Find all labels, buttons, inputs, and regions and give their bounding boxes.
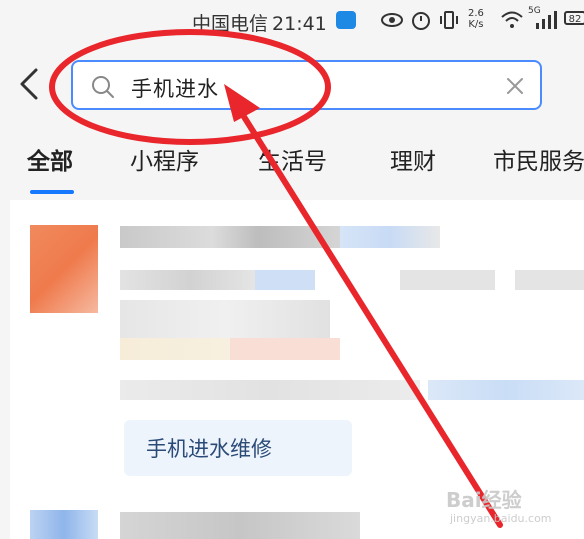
carrier-label: 中国电信 [192,13,269,35]
result-badge-blurred [120,338,230,360]
search-query[interactable]: 手机进水 [131,73,219,103]
result-desc-blurred-3 [515,270,584,290]
battery-level: 82 [568,14,582,25]
tab-mini-programs[interactable]: 小程序 [130,142,199,176]
result-meta-blurred [120,380,420,400]
watermark-text: Bai经验 [446,488,522,512]
vibrate-icon [440,11,458,29]
carrier-and-time: 中国电信 21:41 [192,9,327,36]
search-icon [92,76,114,98]
network-speed: 2.6 K/s [468,8,484,30]
result-badge-blurred-2 [230,338,340,360]
speed-unit: K/s [468,19,484,30]
suggestion-label: 手机进水维修 [146,437,272,461]
result-thumbnail[interactable] [30,225,98,313]
tab-life-accounts[interactable]: 生活号 [258,142,327,176]
back-arrow-icon[interactable] [16,66,44,102]
result-tag-blurred [255,270,315,290]
category-tabs: 全部 小程序 生活号 理财 市民服务 [0,138,584,194]
battery-icon: 82 [564,11,584,25]
wifi-icon [501,11,523,28]
speed-value: 2.6 [468,8,484,19]
result-link-blurred [428,380,584,400]
result-desc-blurred [120,270,260,290]
status-icons: 2.6 K/s 5G 82 [380,6,584,32]
watermark-url: jingyan.baidu.com [450,512,552,525]
tab-finance[interactable]: 理财 [390,142,436,176]
suggestion-chip[interactable]: 手机进水维修 [124,420,352,476]
time-label: 21:41 [272,13,327,35]
tab-citizen-services[interactable]: 市民服务 [493,142,584,176]
result-title-blurred-2 [340,226,440,248]
result-body-blurred [120,300,330,340]
result-thumbnail-2[interactable] [30,510,98,539]
weather-icon [336,11,356,29]
eye-icon [381,13,403,27]
active-tab-indicator [30,190,74,194]
result-title-blurred[interactable] [120,226,350,248]
alarm-icon [412,12,430,30]
search-input[interactable]: 手机进水 [71,60,542,110]
result-desc-blurred-2 [400,270,495,290]
signal-icon [536,11,557,29]
clear-icon[interactable] [505,76,525,96]
tab-all[interactable]: 全部 [27,142,73,176]
result-title-blurred-3[interactable] [120,512,360,539]
status-bar: 中国电信 21:41 2.6 K/s 5G 82 [0,0,584,40]
